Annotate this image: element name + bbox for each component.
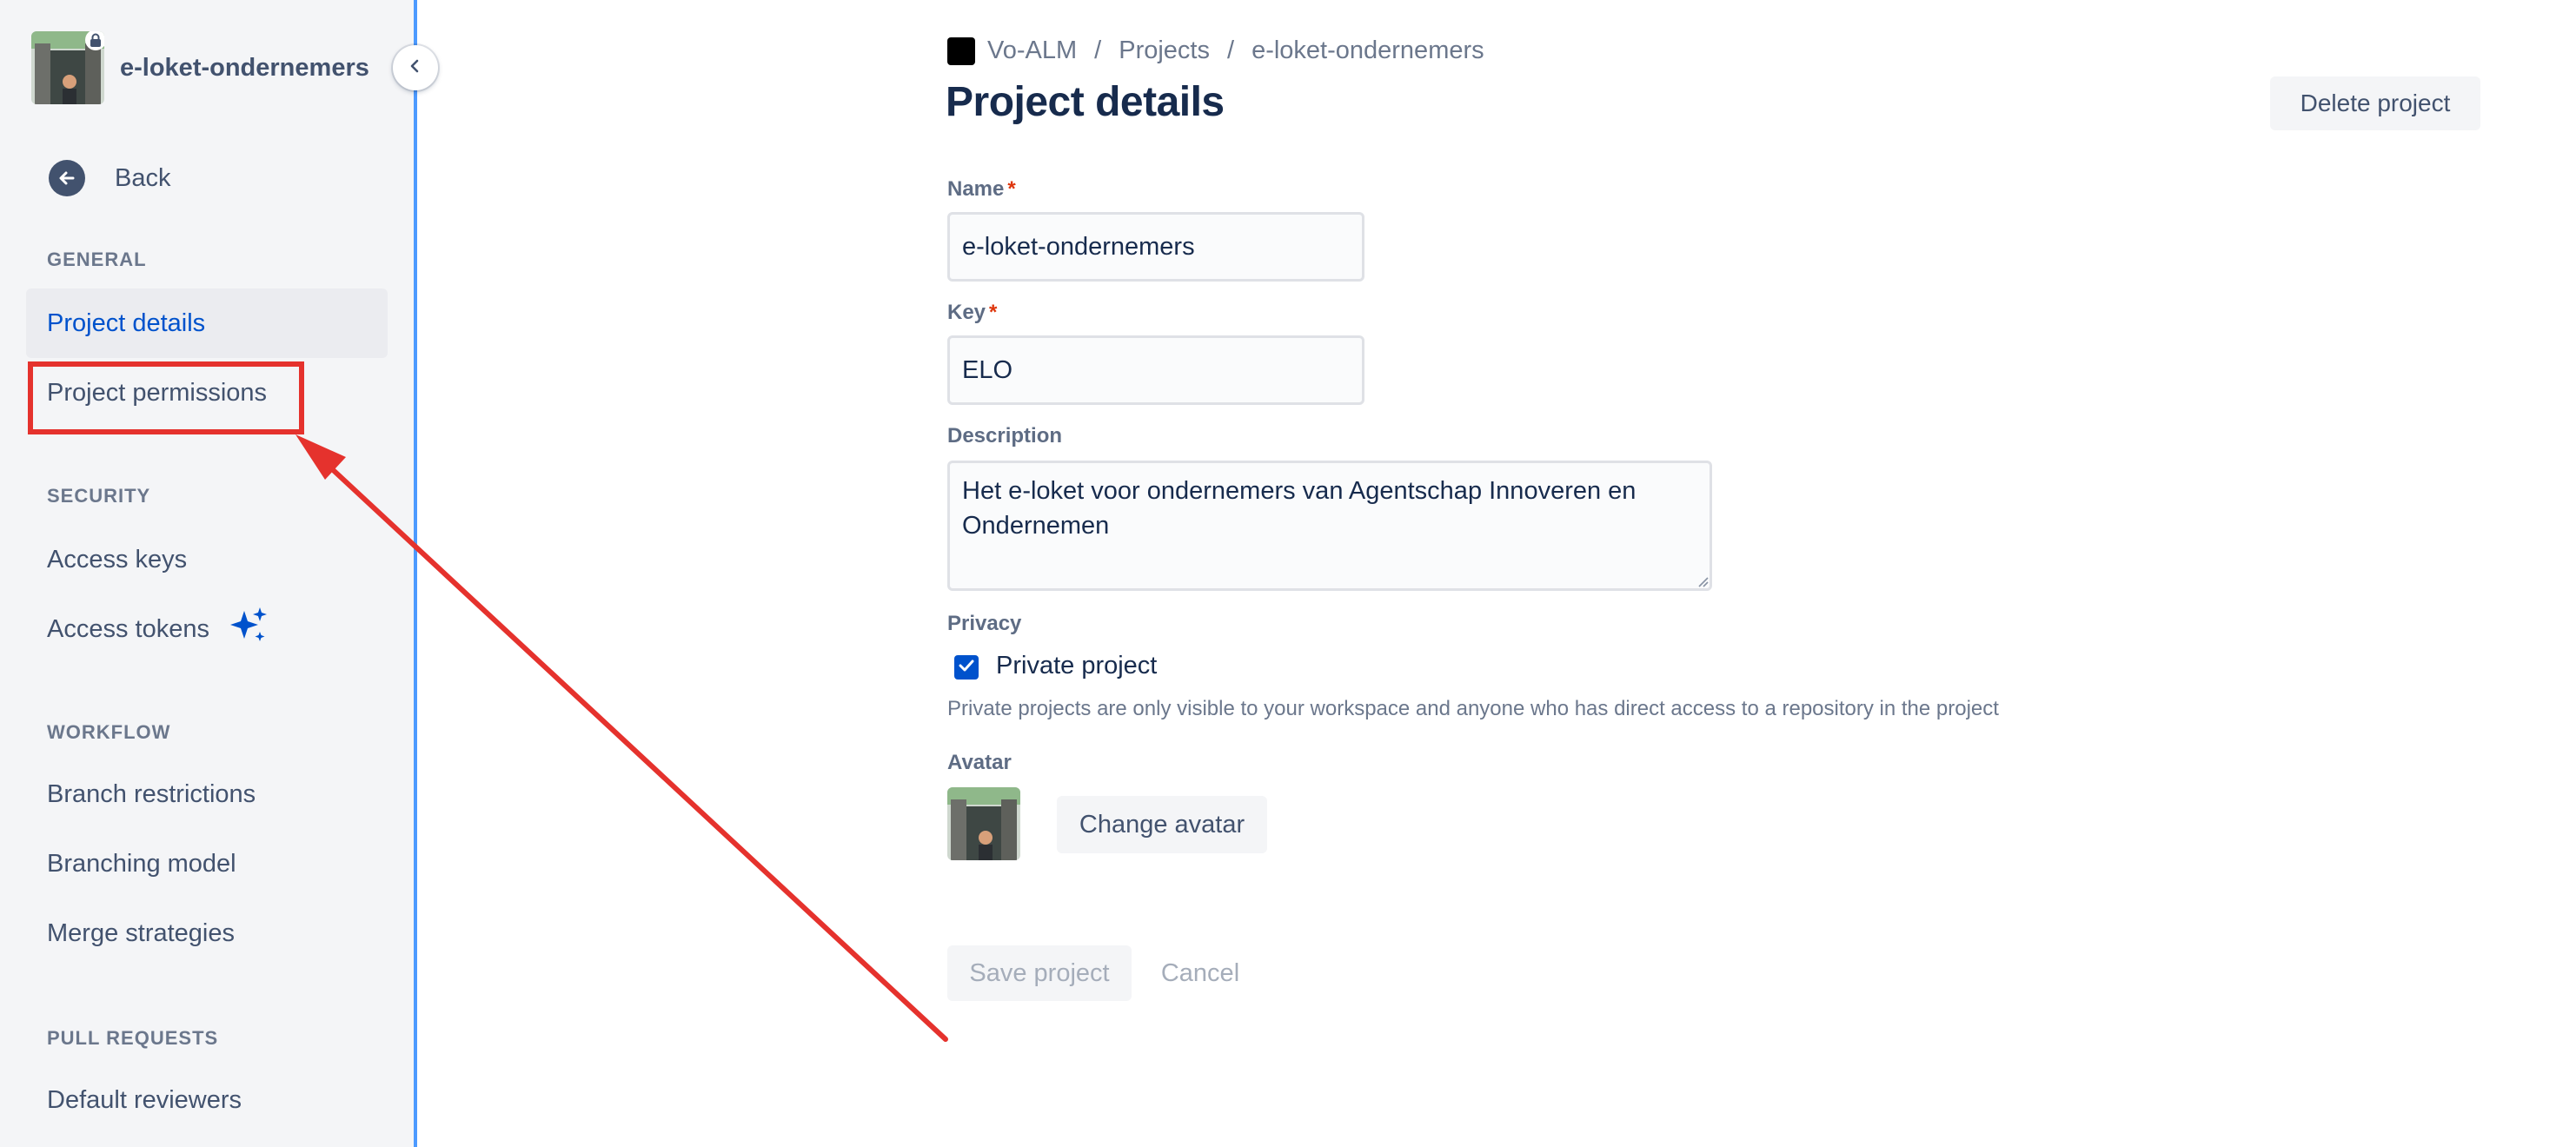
save-project-button[interactable]: Save project — [947, 945, 1132, 1001]
description-label: Description — [947, 424, 1063, 448]
sidebar: e-loket-ondernemers Back GENERAL Project… — [0, 0, 414, 1147]
section-title-general: GENERAL — [47, 249, 147, 270]
name-field[interactable] — [947, 212, 1364, 282]
sidebar-item-branch-restrictions[interactable]: Branch restrictions — [26, 759, 388, 829]
sidebar-item-merge-strategies[interactable]: Merge strategies — [26, 898, 388, 968]
sidebar-item-label: Access tokens — [47, 614, 209, 643]
workspace-icon — [947, 36, 975, 65]
sidebar-item-branching-model[interactable]: Branching model — [26, 829, 388, 898]
section-title-pull-requests: PULL REQUESTS — [47, 1027, 219, 1049]
name-label: Name * — [947, 177, 1016, 202]
section-title-security: SECURITY — [47, 485, 151, 507]
project-avatar-preview — [947, 787, 1020, 860]
key-label: Key * — [947, 301, 997, 325]
breadcrumb-project[interactable]: e-loket-ondernemers — [1251, 36, 1484, 65]
private-project-helper: Private projects are only visible to you… — [947, 697, 1999, 720]
sidebar-item-access-keys[interactable]: Access keys — [26, 525, 388, 594]
back-label: Back — [115, 163, 171, 192]
chevron-left-icon — [408, 58, 423, 78]
avatar-label: Avatar — [947, 751, 1012, 774]
sidebar-item-project-details[interactable]: Project details — [26, 288, 388, 358]
back-link[interactable]: Back — [49, 160, 170, 196]
delete-project-button[interactable]: Delete project — [2270, 76, 2480, 130]
sidebar-item-default-reviewers[interactable]: Default reviewers — [26, 1065, 388, 1135]
project-avatar — [31, 31, 104, 104]
collapse-sidebar-button[interactable] — [393, 45, 438, 90]
check-icon — [959, 660, 974, 676]
sidebar-resize-handle[interactable] — [414, 0, 417, 1147]
private-project-label[interactable]: Private project — [996, 652, 1157, 680]
key-field[interactable] — [947, 335, 1364, 405]
breadcrumb-separator: / — [1227, 36, 1235, 64]
required-marker: * — [989, 301, 998, 324]
change-avatar-button[interactable]: Change avatar — [1057, 796, 1267, 853]
resize-grip-icon[interactable] — [1695, 574, 1709, 587]
breadcrumb-projects[interactable]: Projects — [1119, 36, 1210, 65]
breadcrumb: Vo-ALM / Projects / e-loket-ondernemers — [947, 36, 1484, 65]
breadcrumb-separator: / — [1094, 36, 1102, 64]
breadcrumb-workspace[interactable]: Vo-ALM — [987, 36, 1077, 65]
lock-icon — [85, 31, 104, 50]
project-name: e-loket-ondernemers — [120, 53, 369, 82]
required-marker: * — [1007, 177, 1016, 201]
arrow-left-circle-icon — [49, 160, 85, 196]
section-title-workflow: WORKFLOW — [47, 721, 171, 743]
sidebar-item-access-tokens[interactable]: Access tokens — [26, 594, 388, 664]
annotation-highlight-box — [28, 361, 304, 434]
name-label-text: Name — [947, 177, 1005, 201]
key-label-text: Key — [947, 301, 986, 324]
sparkle-icon — [229, 606, 269, 653]
project-header[interactable]: e-loket-ondernemers — [31, 31, 369, 104]
cancel-button[interactable]: Cancel — [1144, 945, 1257, 1001]
private-project-checkbox[interactable] — [954, 655, 979, 680]
description-field[interactable]: Het e-loket voor ondernemers van Agentsc… — [947, 461, 1712, 591]
privacy-label: Privacy — [947, 612, 1022, 635]
page-title: Project details — [946, 79, 1225, 125]
